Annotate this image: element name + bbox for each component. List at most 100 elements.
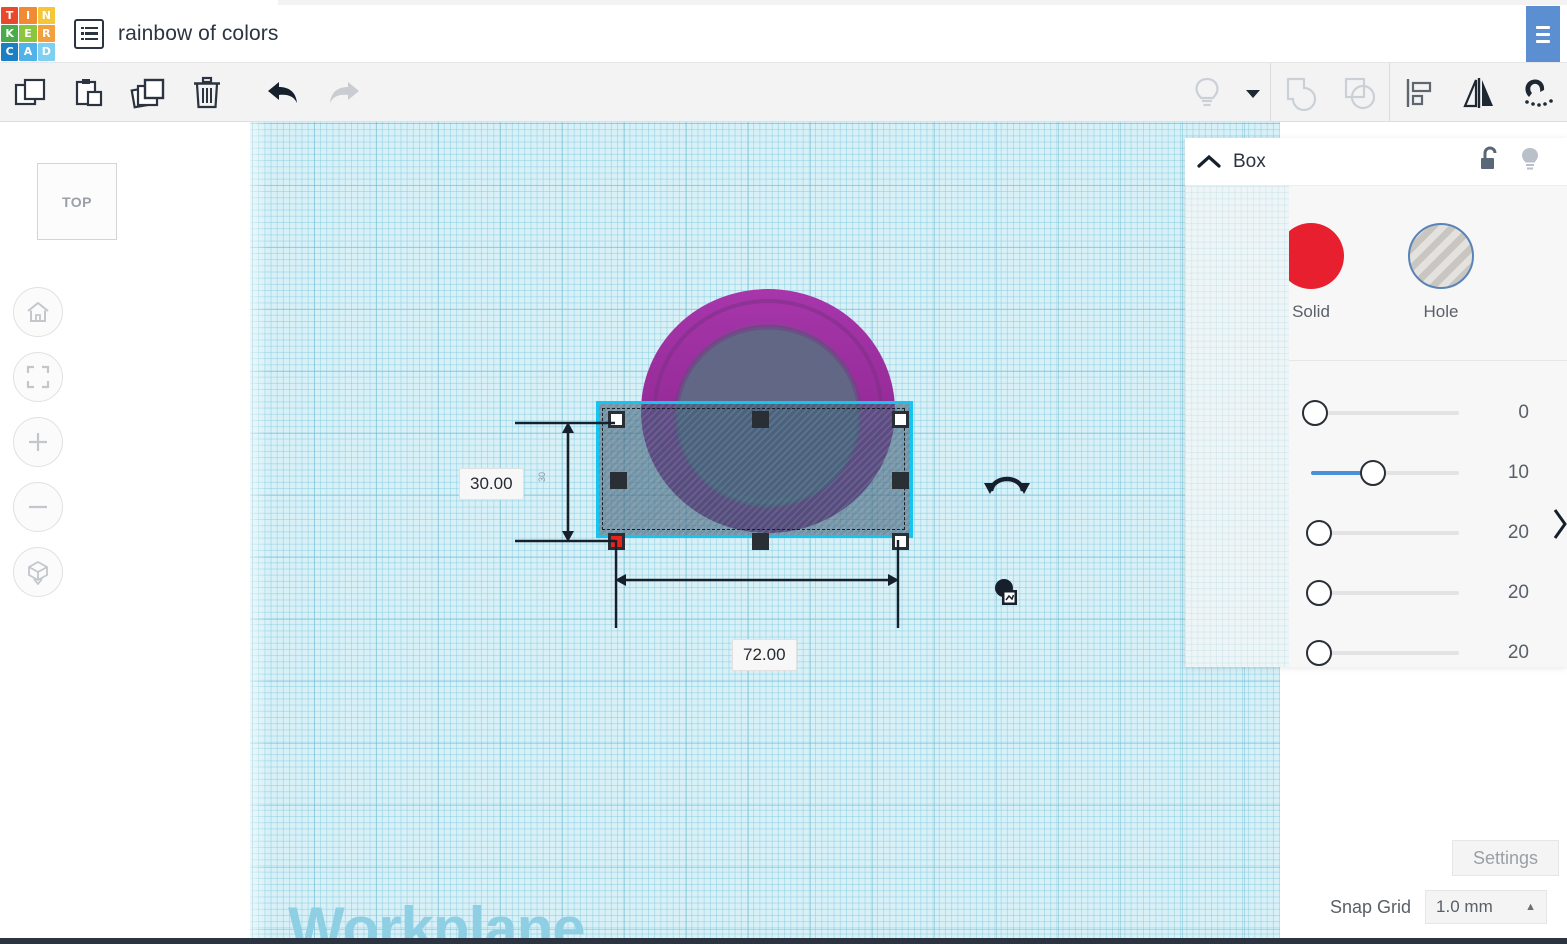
home-icon: [27, 301, 49, 322]
lightbulb-icon[interactable]: [1519, 146, 1541, 177]
workplane-canvas[interactable]: Workplane 30 30.00 72.00: [250, 122, 1280, 944]
align-icon: [1406, 78, 1431, 107]
home-view-button[interactable]: [13, 287, 63, 337]
edge-expand-tab[interactable]: [1553, 495, 1567, 553]
chevron-up-icon: [1197, 154, 1221, 168]
paste-button[interactable]: [59, 63, 118, 122]
app-header: T I N K E R C A D rainbow of colors: [0, 5, 1567, 63]
view-cube[interactable]: TOP: [37, 163, 117, 240]
header-right-area: [1519, 5, 1567, 63]
logo-tile-n: N: [37, 6, 55, 24]
width-dimension[interactable]: 72.00: [732, 639, 797, 671]
mirror-button[interactable]: [1449, 63, 1508, 122]
zoom-out-button[interactable]: [13, 482, 63, 532]
radius-track[interactable]: [1302, 400, 1459, 426]
height-dimension-graphic: 30: [515, 421, 615, 543]
unlocked-padlock-icon[interactable]: [1479, 146, 1501, 177]
height-value[interactable]: 20: [1508, 642, 1567, 664]
rotate-arrow-handle[interactable]: [981, 463, 1033, 501]
snap-grid-value: 1.0 mm: [1436, 897, 1493, 916]
radius-knob[interactable]: [1302, 400, 1328, 426]
flat-view-button[interactable]: [13, 547, 63, 597]
copy-button[interactable]: [0, 63, 59, 122]
minus-icon: [29, 505, 47, 509]
duplicate-icon: [129, 78, 164, 109]
collapse-panel-button[interactable]: [1185, 153, 1233, 171]
zoom-in-button[interactable]: [13, 417, 63, 467]
magnet-icon: [1524, 79, 1553, 107]
logo-tile-i: I: [19, 6, 37, 24]
panel-header: Box: [1185, 138, 1567, 186]
ungroup-button[interactable]: [1330, 63, 1389, 122]
logo-tile-r: R: [37, 24, 55, 43]
logo-tile-t: T: [1, 6, 19, 24]
fit-frame-icon: [26, 365, 50, 389]
delete-button[interactable]: [177, 63, 236, 122]
copy-icon: [14, 78, 45, 105]
width-track[interactable]: [1306, 580, 1459, 606]
hole-pattern-dot[interactable]: [1408, 223, 1474, 289]
light-dropdown[interactable]: [1236, 63, 1270, 122]
steps-knob[interactable]: [1360, 460, 1386, 486]
panel-title: Box: [1233, 150, 1266, 172]
duplicate-button[interactable]: [118, 63, 177, 122]
undo-button[interactable]: [254, 63, 313, 122]
tinkercad-app: T I N K E R C A D rainbow of colors TOP …: [0, 0, 1567, 944]
redo-button[interactable]: [313, 63, 372, 122]
hamburger-icon[interactable]: [1526, 6, 1560, 62]
group-shapes-icon: [1286, 77, 1316, 111]
logo-tile-k: K: [1, 24, 19, 43]
light-button[interactable]: [1177, 63, 1236, 122]
width-knob[interactable]: [1306, 580, 1332, 606]
length-track[interactable]: [1306, 520, 1459, 546]
snap-grid-row: Snap Grid 1.0 mm ▲: [1330, 890, 1548, 924]
toolbar-right-group: [1177, 63, 1567, 122]
main-toolbar: [0, 63, 1567, 122]
fit-all-button[interactable]: [13, 352, 63, 402]
width-value[interactable]: 20: [1508, 582, 1567, 604]
length-knob[interactable]: [1306, 520, 1332, 546]
redo-arrow-icon: [329, 81, 359, 103]
hole-swatch[interactable]: Hole: [1408, 223, 1474, 322]
move-up-handle[interactable]: [992, 577, 1020, 609]
plus-icon: [29, 433, 47, 451]
trash-icon: [193, 76, 220, 108]
clipboard-paste-icon: [75, 78, 102, 106]
align-button[interactable]: [1390, 63, 1449, 122]
panel-transparent-strip: [1185, 186, 1289, 667]
shape-properties-panel: Box Solid Hole 0 10 20 20 20: [1185, 138, 1567, 667]
chevron-right-icon: [1553, 509, 1567, 539]
steps-value[interactable]: 10: [1508, 462, 1567, 484]
snap-grid-select[interactable]: 1.0 mm ▲: [1425, 890, 1548, 924]
radius-value[interactable]: 0: [1518, 402, 1567, 424]
edge-resize-handle-right[interactable]: [892, 472, 909, 489]
settings-button[interactable]: Settings: [1452, 840, 1559, 876]
ungroup-shapes-icon: [1344, 77, 1375, 109]
caret-down-icon: [1246, 89, 1260, 98]
logo-tile-d: D: [37, 43, 55, 61]
height-track[interactable]: [1306, 640, 1459, 666]
solid-label: Solid: [1292, 302, 1330, 321]
edge-resize-handle-top[interactable]: [752, 411, 769, 428]
page-title: rainbow of colors: [118, 21, 279, 45]
height-dimension[interactable]: 30.00: [459, 468, 524, 500]
magnet-button[interactable]: [1508, 63, 1567, 122]
cube-perspective-icon: [28, 560, 48, 585]
hole-label: Hole: [1423, 302, 1459, 321]
steps-track[interactable]: [1311, 460, 1459, 486]
workplane-label: Workplane: [288, 895, 586, 944]
view-cube-label: TOP: [61, 193, 93, 210]
bottom-bar: [0, 938, 1567, 944]
undo-arrow-icon: [267, 81, 297, 103]
svg-text:30: 30: [537, 472, 547, 482]
tinkercad-logo[interactable]: T I N K E R C A D: [0, 6, 56, 62]
width-dimension-graphic: [614, 540, 900, 628]
toolbar-left-group: [0, 63, 372, 122]
list-icon[interactable]: [74, 18, 104, 49]
corner-resize-handle-tr[interactable]: [892, 411, 909, 428]
mirror-flip-icon: [1462, 77, 1493, 108]
height-knob[interactable]: [1306, 640, 1332, 666]
logo-tile-a: A: [19, 43, 37, 61]
logo-tile-c: C: [1, 43, 19, 61]
group-button[interactable]: [1271, 63, 1330, 122]
